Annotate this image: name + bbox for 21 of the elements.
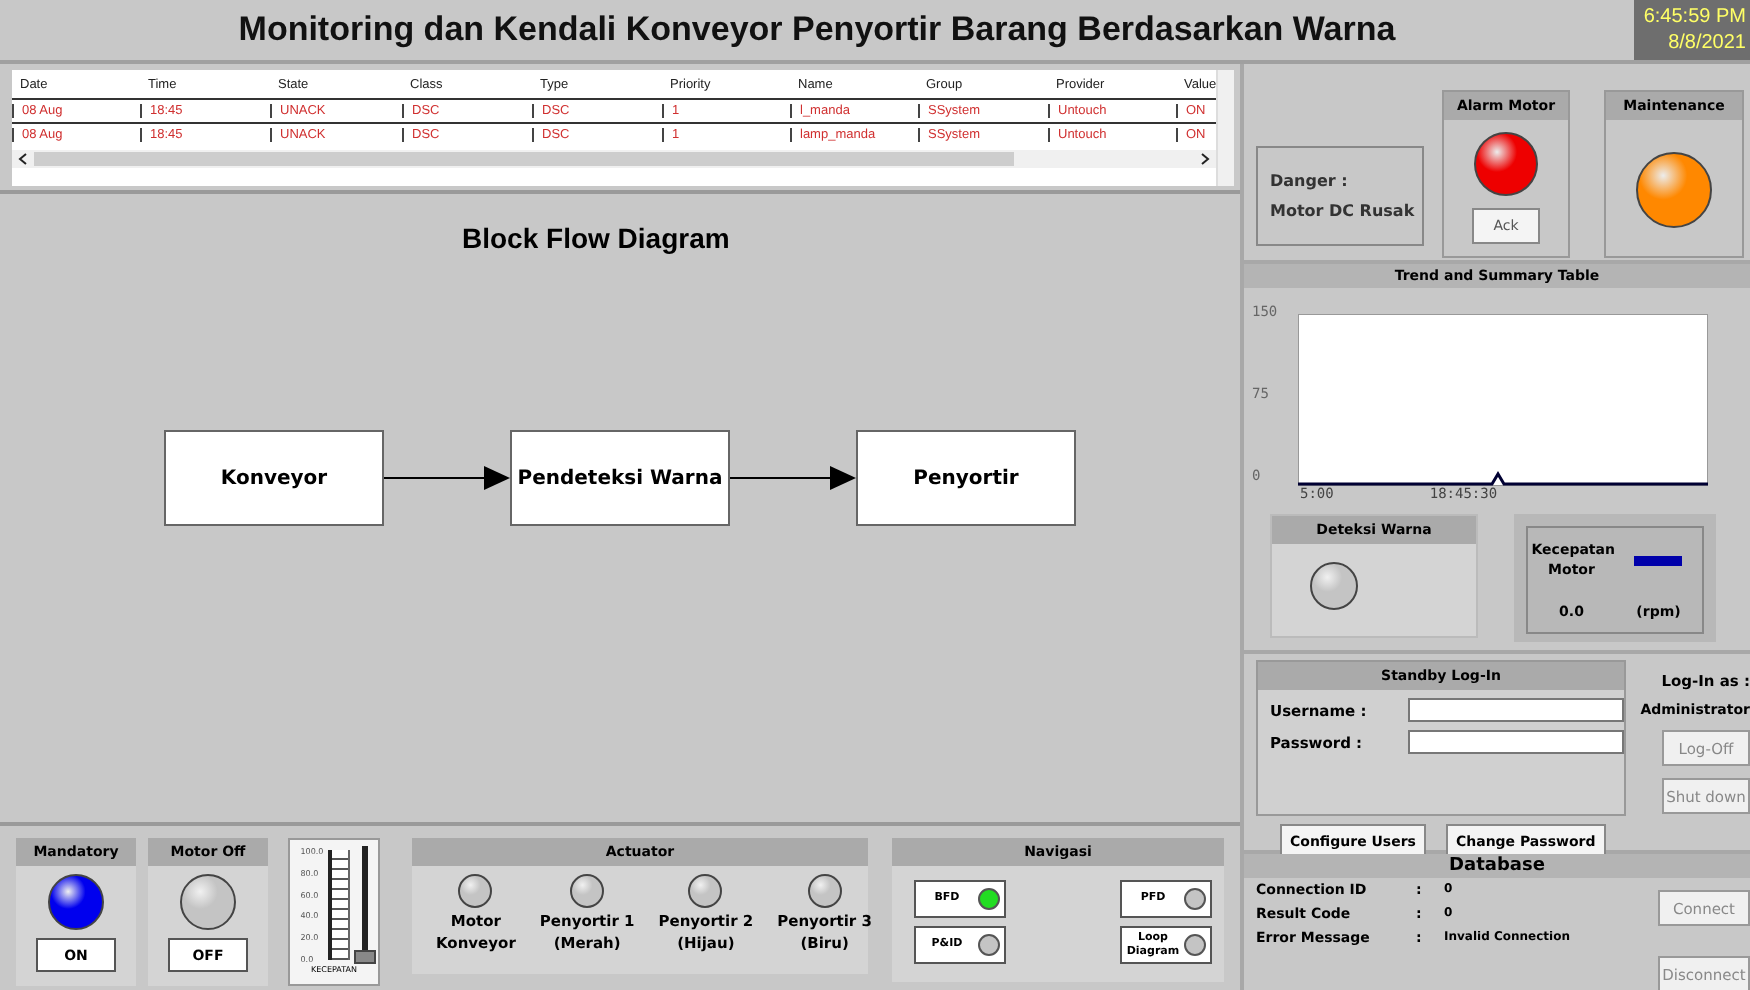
flow-arrow: [730, 466, 856, 490]
slider-thumb[interactable]: [353, 950, 376, 964]
diagram-title: Block Flow Diagram: [462, 222, 732, 254]
section-title: Database: [1244, 854, 1750, 878]
input-field[interactable]: [1408, 730, 1624, 754]
process-block: Penyortir: [856, 430, 1076, 526]
window-title: Monitoring dan Kendali Konveyor Penyortir Barang Berdasarkan Warna: [236, 8, 1398, 52]
clock-date: 8/8/2021: [1668, 30, 1746, 56]
scroll-right-icon[interactable]: [1200, 152, 1210, 166]
danger-label: Danger :: [1270, 172, 1350, 190]
flow-arrow: [384, 466, 510, 490]
danger-text: Motor DC Rusak: [1270, 202, 1417, 220]
scroll-left-icon[interactable]: [18, 152, 28, 166]
process-block: Konveyor: [164, 430, 384, 526]
scale-ruler: [327, 850, 350, 960]
clock-time: 6:45:59 PM: [1643, 4, 1746, 30]
process-block: Pendeteksi Warna: [510, 430, 730, 526]
speed-indicator-bar: [1634, 555, 1683, 565]
horizontal-scrollbar[interactable]: [12, 150, 1216, 168]
vertical-scrollbar[interactable]: [1216, 70, 1234, 186]
input-field[interactable]: [1408, 698, 1624, 722]
